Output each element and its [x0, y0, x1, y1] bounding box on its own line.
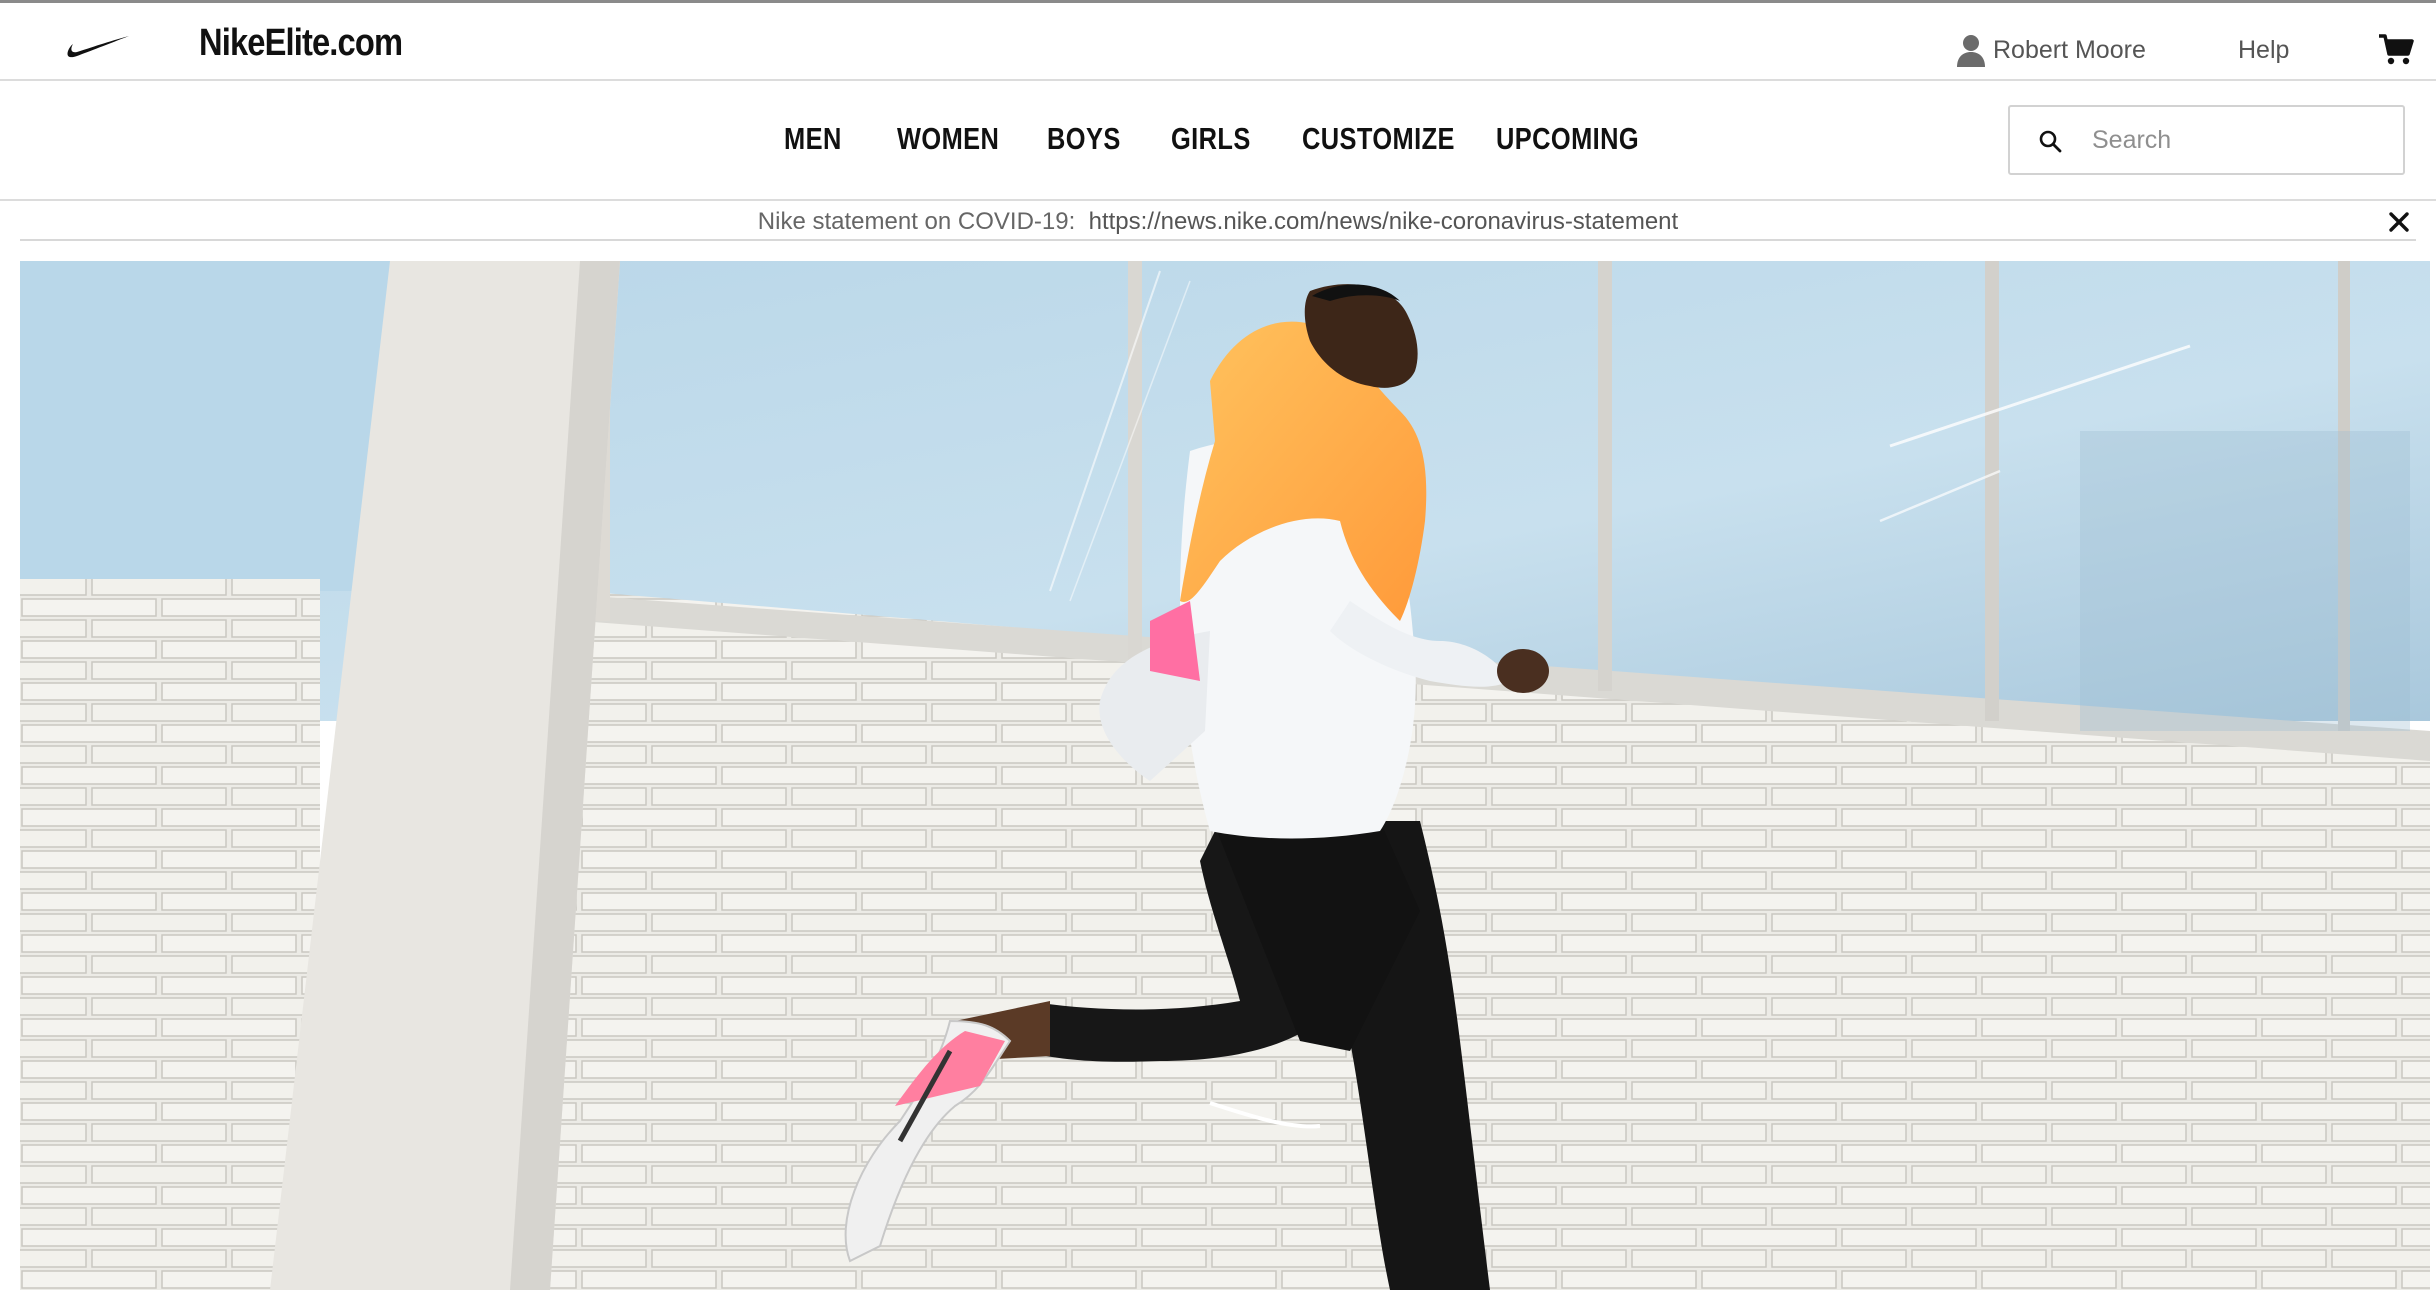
nike-swoosh-icon[interactable]	[66, 33, 130, 63]
search-input[interactable]	[2090, 117, 2390, 163]
main-nav: MEN WOMEN BOYS GIRLS CUSTOMIZE UPCOMING	[0, 81, 2436, 201]
user-name: Robert Moore	[1993, 35, 2146, 64]
covid-notice-bar: Nike statement on COVID-19: https://news…	[20, 201, 2416, 241]
user-icon	[1957, 35, 1985, 67]
top-bar: NikeElite.com Robert Moore Help	[0, 0, 2436, 81]
nav-item-upcoming[interactable]: UPCOMING	[1496, 121, 1639, 157]
search-box[interactable]	[2008, 105, 2405, 175]
notice-label: Nike statement on COVID-19:	[757, 208, 1076, 235]
nav-item-men[interactable]: MEN	[784, 121, 842, 157]
nav-item-customize[interactable]: CUSTOMIZE	[1302, 121, 1455, 157]
user-account-link[interactable]: Robert Moore	[1955, 30, 2146, 70]
help-link[interactable]: Help	[2238, 36, 2289, 65]
hero-banner[interactable]	[20, 261, 2430, 1290]
nav-item-boys[interactable]: BOYS	[1047, 121, 1121, 157]
notice-link[interactable]: https://news.nike.com/news/nike-coronavi…	[1089, 208, 1679, 235]
search-icon[interactable]	[2038, 129, 2062, 153]
site-title[interactable]: NikeElite.com	[199, 22, 403, 65]
nav-item-women[interactable]: WOMEN	[897, 121, 999, 157]
cart-icon[interactable]	[2378, 33, 2414, 67]
close-icon[interactable]	[2388, 211, 2410, 233]
hero-image	[20, 261, 2430, 1290]
notice-text-row: Nike statement on COVID-19: https://news…	[20, 208, 2416, 236]
nav-item-girls[interactable]: GIRLS	[1171, 121, 1251, 157]
